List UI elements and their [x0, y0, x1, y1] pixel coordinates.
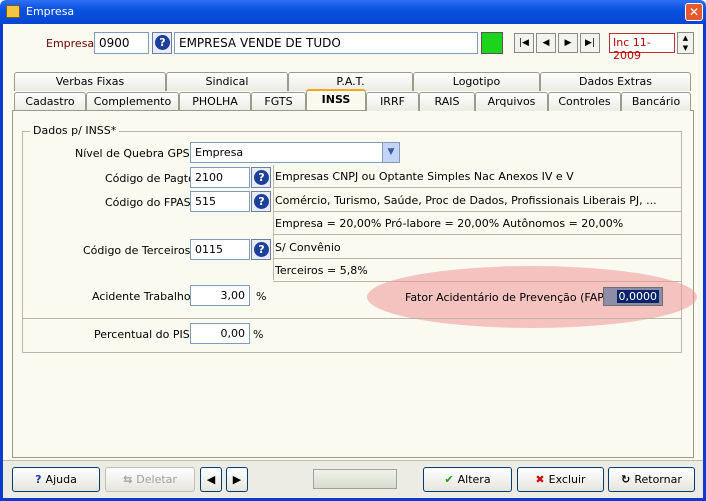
window-title: Empresa [26, 5, 75, 18]
return-icon: ↻ [621, 473, 631, 486]
empresa-lookup-button[interactable]: ? [152, 32, 172, 54]
next-record-button[interactable]: ▶ [558, 33, 578, 53]
tab-dados-extras[interactable]: Dados Extras [540, 72, 691, 91]
codigo-pagto-lookup-button[interactable]: ? [251, 167, 271, 188]
deletar-label: Deletar [136, 473, 177, 486]
tab-pholha[interactable]: PHOLHA [179, 92, 251, 111]
nivel-quebra-label: Nível de Quebra GPS [75, 147, 190, 160]
help-icon: ? [254, 170, 269, 185]
help-icon: ? [254, 194, 269, 209]
retornar-button[interactable]: ↻ Retornar [608, 467, 695, 492]
tab-bancario[interactable]: Bancário [621, 92, 691, 111]
ajuda-label: Ajuda [45, 473, 77, 486]
tab-verbas-fixas[interactable]: Verbas Fixas [14, 72, 166, 91]
prev-icon: ◀ [542, 38, 550, 48]
codigo-pagto-field[interactable]: 2100 [190, 167, 250, 188]
tab-cadastro[interactable]: Cadastro [14, 92, 86, 111]
codigo-pagto-description: Empresas CNPJ ou Optante Simples Nac Ane… [273, 167, 681, 188]
tab-sindical[interactable]: Sindical [166, 72, 288, 91]
deletar-button[interactable]: ⇆ Deletar [105, 467, 195, 492]
codigo-fpas-field[interactable]: 515 [190, 191, 250, 212]
help-icon: ? [35, 473, 42, 486]
codigo-terceiros-lookup-button[interactable]: ? [251, 239, 271, 260]
fap-field[interactable]: 0,0000 [603, 287, 663, 306]
percent-sign: % [256, 290, 267, 303]
codigo-fpas-label: Código do FPAS [105, 196, 191, 209]
nivel-quebra-value: Empresa [195, 146, 244, 159]
tab-arquivos[interactable]: Arquivos [475, 92, 548, 111]
first-record-button[interactable]: |◀ [514, 33, 534, 53]
excluir-button[interactable]: ✖ Excluir [517, 467, 604, 492]
codigo-terceiros-field[interactable]: 0115 [190, 239, 250, 260]
percentual-pis-field[interactable]: 0,00 [190, 323, 250, 344]
next-icon: ▶ [564, 38, 572, 48]
acidente-trabalho-field[interactable]: 3,00 [190, 285, 250, 306]
percentual-pis-label: Percentual do PIS [94, 328, 190, 341]
progress-indicator [313, 469, 397, 489]
last-icon: ▶| [585, 38, 595, 48]
nivel-quebra-select[interactable]: Empresa ▼ [190, 142, 400, 163]
excluir-label: Excluir [548, 473, 586, 486]
competencia-field[interactable]: Inc 11-2009 [609, 33, 675, 62]
tab-logotipo[interactable]: Logotipo [413, 72, 540, 91]
divider [22, 318, 682, 319]
x-icon: ✖ [535, 473, 545, 486]
title-bar: Empresa ✕ [0, 0, 706, 24]
empresa-code-field[interactable]: 0900 [94, 32, 149, 54]
retornar-label: Retornar [634, 473, 682, 486]
help-icon: ? [254, 242, 269, 257]
codigo-terceiros-label: Código de Terceiros [83, 244, 191, 257]
empresa-label: Empresa [46, 37, 95, 50]
next-button[interactable]: ▶ [226, 467, 248, 492]
altera-button[interactable]: ✔ Altera [423, 467, 512, 492]
percent-sign: % [253, 328, 264, 341]
chevron-down-icon[interactable]: ▼ [382, 143, 399, 162]
fap-value: 0,0000 [616, 290, 659, 303]
status-indicator [481, 32, 503, 54]
prev-button[interactable]: ◀ [200, 467, 222, 492]
tab-controles[interactable]: Controles [548, 92, 621, 111]
arrow-left-icon: ◀ [206, 473, 216, 486]
tab-irrf[interactable]: IRRF [366, 92, 419, 111]
tab-complemento[interactable]: Complemento [86, 92, 179, 111]
tab-rais[interactable]: RAIS [419, 92, 475, 111]
close-button[interactable]: ✕ [685, 3, 703, 21]
codigo-terceiros-description: S/ Convênio [273, 238, 681, 259]
fap-label: Fator Acidentário de Prevenção (FAP) [405, 291, 609, 304]
acidente-trabalho-label: Acidente Trabalho [92, 290, 191, 303]
competencia-spinner[interactable]: ▲ ▼ [677, 32, 694, 54]
empresa-name-field[interactable]: EMPRESA VENDE DE TUDO [174, 32, 478, 54]
ajuda-button[interactable]: ? Ajuda [12, 467, 100, 492]
first-icon: |◀ [519, 38, 529, 48]
help-icon: ? [155, 35, 170, 50]
check-icon: ✔ [444, 473, 454, 486]
tab-fgts[interactable]: FGTS [251, 92, 306, 111]
codigo-pagto-label: Código de Pagto [105, 172, 195, 185]
delete-icon: ⇆ [123, 473, 133, 486]
group-title: Dados p/ INSS* [30, 124, 120, 137]
arrow-right-icon: ▶ [232, 473, 242, 486]
last-record-button[interactable]: ▶| [580, 33, 600, 53]
codigo-fpas-description: Comércio, Turismo, Saúde, Proc de Dados,… [273, 191, 681, 212]
codigo-fpas-lookup-button[interactable]: ? [251, 191, 271, 212]
fpas-rates: Empresa = 20,00% Pró-labore = 20,00% Aut… [273, 214, 681, 235]
tab-inss[interactable]: INSS [306, 89, 366, 110]
prev-record-button[interactable]: ◀ [536, 33, 556, 53]
app-icon [6, 5, 20, 18]
altera-label: Altera [457, 473, 491, 486]
